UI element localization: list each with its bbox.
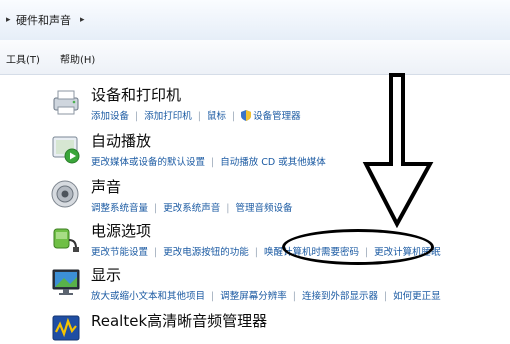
link-separator: |	[197, 111, 201, 122]
link-separator: |	[226, 203, 230, 214]
address-bar: ▸ 硬件和声音 ▸	[0, 0, 510, 41]
link-mouse[interactable]: 鼠标	[207, 111, 226, 122]
link-change-system-sounds[interactable]: 更改系统声音	[163, 203, 220, 214]
autoplay-icon[interactable]	[50, 132, 82, 164]
category-title-sound[interactable]: 声音	[91, 176, 121, 197]
link-separator: |	[231, 111, 236, 122]
link-change-default-media-settings[interactable]: 更改媒体或设备的默认设置	[91, 157, 205, 168]
link-make-text-larger-smaller[interactable]: 放大或缩小文本和其他项目	[91, 291, 205, 302]
annotation-down-arrow-icon	[362, 73, 434, 228]
link-separator: |	[211, 291, 215, 302]
category-title-display[interactable]: 显示	[91, 264, 121, 285]
category-title-realtek-audio[interactable]: Realtek高清晰音频管理器	[91, 310, 267, 331]
link-add-printer[interactable]: 添加打印机	[144, 111, 192, 122]
breadcrumb-next-arrow-icon[interactable]: ▸	[80, 15, 85, 25]
display-links: 放大或缩小文本和其他项目 | 调整屏幕分辨率 | 连接到外部显示器 | 如何更正显	[91, 288, 441, 302]
link-separator: |	[383, 291, 388, 302]
link-device-manager[interactable]: 设备管理器	[253, 111, 301, 122]
link-separator: |	[135, 111, 139, 122]
link-connect-external-display[interactable]: 连接到外部显示器	[302, 291, 378, 302]
monitor-icon[interactable]	[50, 266, 82, 298]
link-add-device[interactable]: 添加设备	[91, 111, 129, 122]
menu-tools[interactable]: 工具(T)	[6, 51, 40, 66]
printer-icon[interactable]	[50, 86, 82, 118]
link-separator: |	[154, 203, 158, 214]
link-separator: |	[254, 247, 258, 258]
uac-shield-icon	[241, 110, 252, 121]
category-title-autoplay[interactable]: 自动播放	[91, 130, 151, 151]
link-separator: |	[211, 157, 215, 168]
annotation-highlight-oval	[282, 229, 434, 265]
menu-help[interactable]: 帮助(H)	[60, 51, 95, 66]
link-autoplay-cd[interactable]: 自动播放 CD 或其他媒体	[220, 157, 326, 168]
devices-links: 添加设备 | 添加打印机 | 鼠标 | 设备管理器	[91, 108, 301, 122]
link-adjust-resolution[interactable]: 调整屏幕分辨率	[220, 291, 287, 302]
link-manage-audio-devices[interactable]: 管理音频设备	[235, 203, 292, 214]
category-title-devices-and-printers[interactable]: 设备和打印机	[91, 84, 181, 105]
menu-bar: 工具(T) 帮助(H)	[0, 40, 510, 75]
link-separator: |	[154, 247, 158, 258]
link-how-to-correct-display[interactable]: 如何更正显	[393, 291, 441, 302]
breadcrumb-arrow-icon[interactable]: ▸	[6, 15, 11, 25]
link-adjust-volume[interactable]: 调整系统音量	[91, 203, 148, 214]
link-change-power-buttons[interactable]: 更改电源按钮的功能	[163, 247, 249, 258]
realtek-audio-icon[interactable]	[50, 312, 82, 344]
power-plug-icon[interactable]	[50, 222, 82, 254]
autoplay-links: 更改媒体或设备的默认设置 | 自动播放 CD 或其他媒体	[91, 154, 326, 168]
breadcrumb-hardware-and-sound[interactable]: 硬件和声音	[16, 12, 71, 28]
link-change-power-saving[interactable]: 更改节能设置	[91, 247, 148, 258]
sound-links: 调整系统音量 | 更改系统声音 | 管理音频设备	[91, 200, 292, 214]
speaker-icon[interactable]	[50, 178, 82, 210]
link-separator: |	[292, 291, 296, 302]
category-title-power-options[interactable]: 电源选项	[91, 220, 151, 241]
